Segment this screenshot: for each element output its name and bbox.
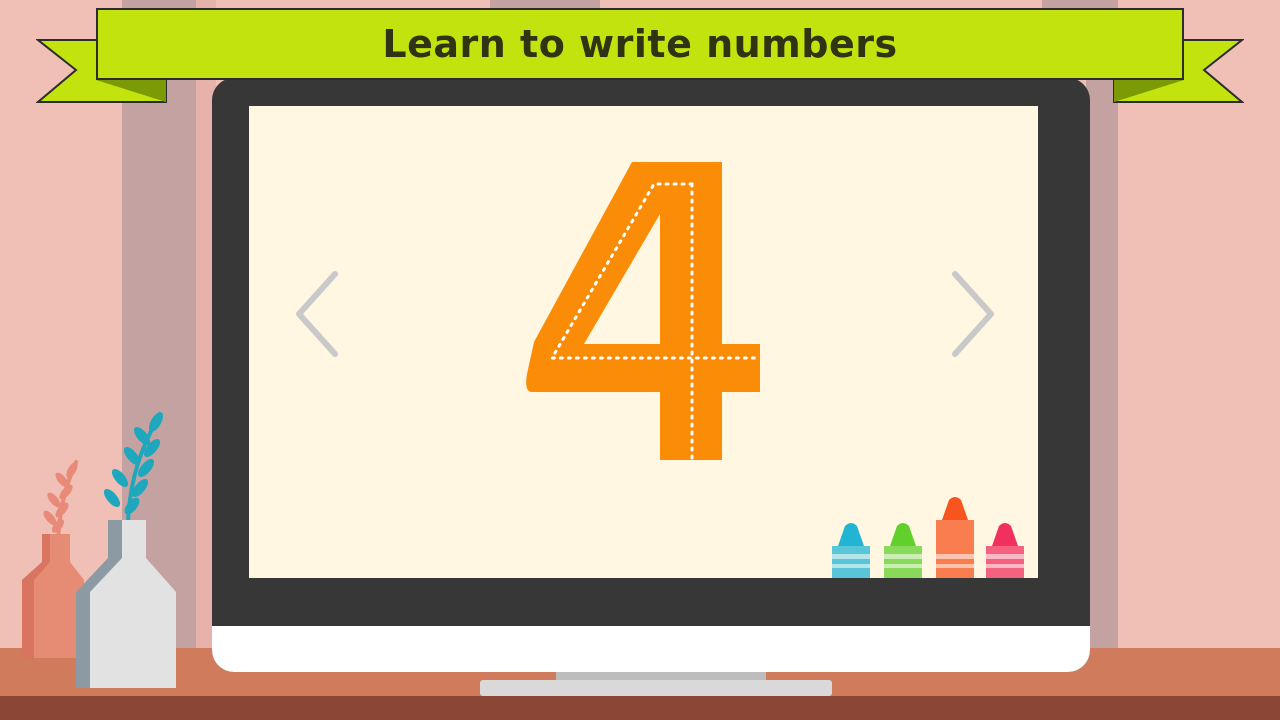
crayon-blue[interactable]: [830, 520, 872, 578]
crayon-green[interactable]: [882, 520, 924, 578]
wall-stripe-top-left: [490, 0, 600, 8]
crayon-pink[interactable]: [984, 520, 1026, 578]
chevron-left-icon: [296, 271, 338, 357]
tracing-digit[interactable]: [524, 162, 764, 462]
chevron-right-icon: [952, 271, 994, 357]
crayon-orange[interactable]: [934, 494, 976, 578]
prev-button[interactable]: [289, 266, 349, 362]
wall-stripe-top-right: [1042, 0, 1086, 8]
crayon-tray: [830, 490, 1030, 578]
next-button[interactable]: [941, 266, 1001, 362]
page-title: Learn to write numbers: [382, 22, 898, 66]
plant-vases: [22, 412, 176, 688]
digit-four-shape: [526, 162, 760, 462]
monitor-stand: [480, 680, 832, 696]
monitor-chin: [212, 626, 1090, 672]
title-banner: Learn to write numbers: [96, 8, 1184, 80]
